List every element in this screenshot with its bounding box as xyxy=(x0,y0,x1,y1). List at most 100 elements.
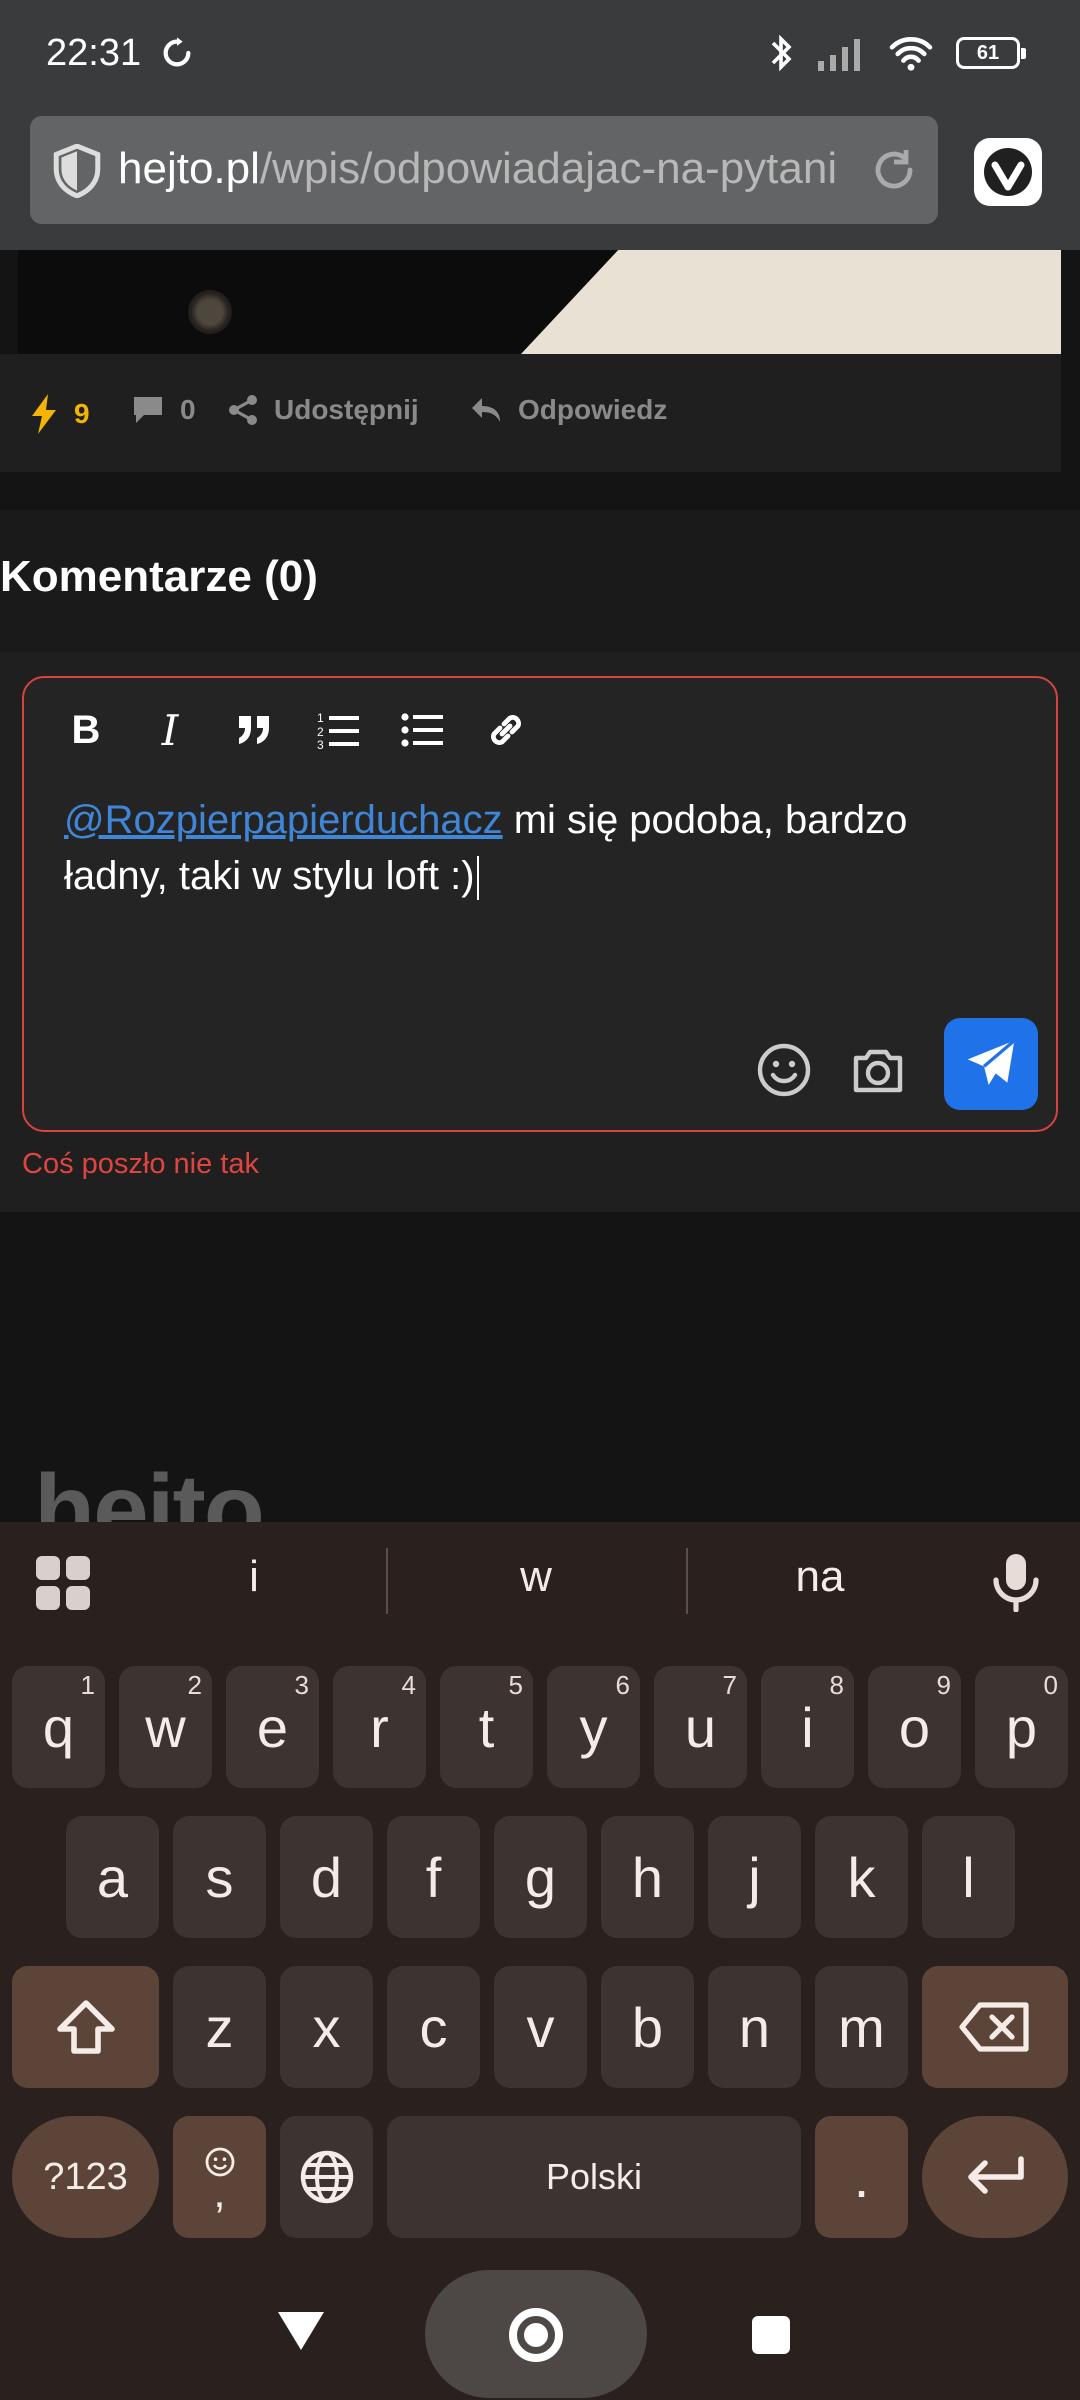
url-text[interactable]: hejto.pl/wpis/odpowiadajac-na-pytani xyxy=(118,144,878,194)
key-r[interactable]: r4 xyxy=(333,1666,426,1788)
bold-icon[interactable]: B xyxy=(62,706,110,754)
emoji-icon[interactable] xyxy=(756,1042,812,1098)
suggestion-2[interactable]: w xyxy=(396,1552,676,1602)
link-icon[interactable] xyxy=(482,706,530,754)
comments-button[interactable]: 0 xyxy=(132,394,196,426)
key-i[interactable]: i8 xyxy=(761,1666,854,1788)
key-x[interactable]: x xyxy=(280,1966,373,2088)
key-p[interactable]: p0 xyxy=(975,1666,1068,1788)
vivaldi-menu-button[interactable] xyxy=(974,138,1042,206)
url-host: hejto.pl xyxy=(118,144,260,193)
vivaldi-logo-icon xyxy=(984,148,1032,196)
key-c[interactable]: c xyxy=(387,1966,480,2088)
key-b[interactable]: b xyxy=(601,1966,694,2088)
svg-text:1: 1 xyxy=(317,711,324,725)
bullet-list-icon[interactable] xyxy=(398,706,446,754)
sync-icon xyxy=(163,37,191,67)
system-navigation-bar xyxy=(0,2270,1080,2400)
key-k[interactable]: k xyxy=(815,1816,908,1938)
camera-icon[interactable] xyxy=(850,1044,906,1096)
key-z[interactable]: z xyxy=(173,1966,266,2088)
key-w[interactable]: w2 xyxy=(119,1666,212,1788)
on-screen-keyboard: i w na q1 w2 e3 r4 t5 y6 u7 i8 o9 p0 a s… xyxy=(0,1522,1080,2400)
suggestion-bar: i w na xyxy=(0,1522,1080,1642)
text-caret xyxy=(476,856,479,901)
like-count: 9 xyxy=(74,398,90,429)
key-f[interactable]: f xyxy=(387,1816,480,1938)
user-mention[interactable]: @Rozpierpapierduchacz xyxy=(64,798,503,842)
recent-apps-icon[interactable] xyxy=(752,2316,790,2354)
status-bar: 22:31 61 xyxy=(0,0,1080,108)
shield-icon[interactable] xyxy=(52,144,102,198)
shift-key[interactable] xyxy=(12,1966,159,2088)
signal-icon xyxy=(818,39,860,71)
shift-icon xyxy=(56,2000,115,2054)
reply-icon xyxy=(472,398,500,422)
comment-editor-panel: B I 123 @Rozpierpapierduchacz mi się pod… xyxy=(0,652,1080,1212)
key-s[interactable]: s xyxy=(173,1816,266,1938)
status-time: 22:31 xyxy=(46,32,142,74)
backspace-key[interactable] xyxy=(922,1966,1068,2088)
enter-key[interactable] xyxy=(922,2116,1068,2238)
home-button[interactable] xyxy=(425,2270,647,2398)
reply-button[interactable]: Odpowiedz xyxy=(470,394,667,426)
key-m[interactable]: m xyxy=(815,1966,908,2088)
post-actions: 9 0 Udostępnij Odpowiedz xyxy=(0,354,1061,472)
microphone-icon[interactable] xyxy=(990,1552,1042,1612)
comment-input[interactable]: @Rozpierpapierduchacz mi się podoba, bar… xyxy=(64,792,1014,904)
post-image[interactable] xyxy=(18,250,1061,354)
comments-title: Komentarze (0) xyxy=(0,552,318,601)
key-n[interactable]: n xyxy=(708,1966,801,2088)
quote-icon[interactable] xyxy=(230,706,278,754)
comment-icon xyxy=(134,397,162,423)
space-key[interactable]: Polski xyxy=(387,2116,801,2238)
key-q[interactable]: q1 xyxy=(12,1666,105,1788)
send-button[interactable] xyxy=(944,1018,1038,1110)
bluetooth-icon xyxy=(771,34,792,72)
home-icon xyxy=(509,2308,563,2362)
period-key[interactable]: . xyxy=(815,2116,908,2238)
suggestion-3[interactable]: na xyxy=(680,1552,960,1602)
key-g[interactable]: g xyxy=(494,1816,587,1938)
key-a[interactable]: a xyxy=(66,1816,159,1938)
enter-icon xyxy=(968,2156,1024,2194)
comments-header: Komentarze (0) xyxy=(0,510,1080,652)
globe-icon xyxy=(300,2150,353,2204)
browser-toolbar: hejto.pl/wpis/odpowiadajac-na-pytani xyxy=(0,108,1080,250)
comma-label: , xyxy=(213,2168,226,2217)
key-l[interactable]: l xyxy=(922,1816,1015,1938)
comment-count: 0 xyxy=(180,394,196,425)
like-button[interactable]: 9 xyxy=(30,394,90,434)
numbered-list-icon[interactable]: 123 xyxy=(314,706,362,754)
battery-indicator: 61 xyxy=(956,37,1026,69)
post-image-wall xyxy=(521,250,1061,354)
key-v[interactable]: v xyxy=(494,1966,587,2088)
share-icon xyxy=(229,395,257,425)
key-y[interactable]: y6 xyxy=(547,1666,640,1788)
status-icons: 61 xyxy=(768,30,1026,76)
italic-icon[interactable]: I xyxy=(146,706,194,755)
key-t[interactable]: t5 xyxy=(440,1666,533,1788)
symbols-key[interactable]: ?123 xyxy=(12,2116,159,2238)
emoji-comma-key[interactable]: , xyxy=(173,2116,266,2238)
reload-icon[interactable] xyxy=(870,146,918,194)
key-d[interactable]: d xyxy=(280,1816,373,1938)
key-u[interactable]: u7 xyxy=(654,1666,747,1788)
address-bar[interactable]: hejto.pl/wpis/odpowiadajac-na-pytani xyxy=(30,116,938,224)
lightning-icon xyxy=(32,394,56,434)
key-h[interactable]: h xyxy=(601,1816,694,1938)
back-triangle-icon[interactable] xyxy=(276,2310,326,2352)
suggestion-1[interactable]: i xyxy=(114,1552,394,1602)
comment-editor[interactable]: B I 123 @Rozpierpapierduchacz mi się pod… xyxy=(22,676,1058,1132)
space-label: Polski xyxy=(545,2156,643,2197)
language-key[interactable] xyxy=(280,2116,373,2238)
formatting-toolbar: B I 123 xyxy=(62,706,530,755)
reply-label: Odpowiedz xyxy=(518,394,668,425)
share-button[interactable]: Udostępnij xyxy=(228,394,419,426)
keyboard-apps-icon[interactable] xyxy=(36,1556,90,1610)
footer-logo: hejto xyxy=(34,1454,263,1522)
key-e[interactable]: e3 xyxy=(226,1666,319,1788)
share-label: Udostępnij xyxy=(274,394,419,425)
key-o[interactable]: o9 xyxy=(868,1666,961,1788)
key-j[interactable]: j xyxy=(708,1816,801,1938)
